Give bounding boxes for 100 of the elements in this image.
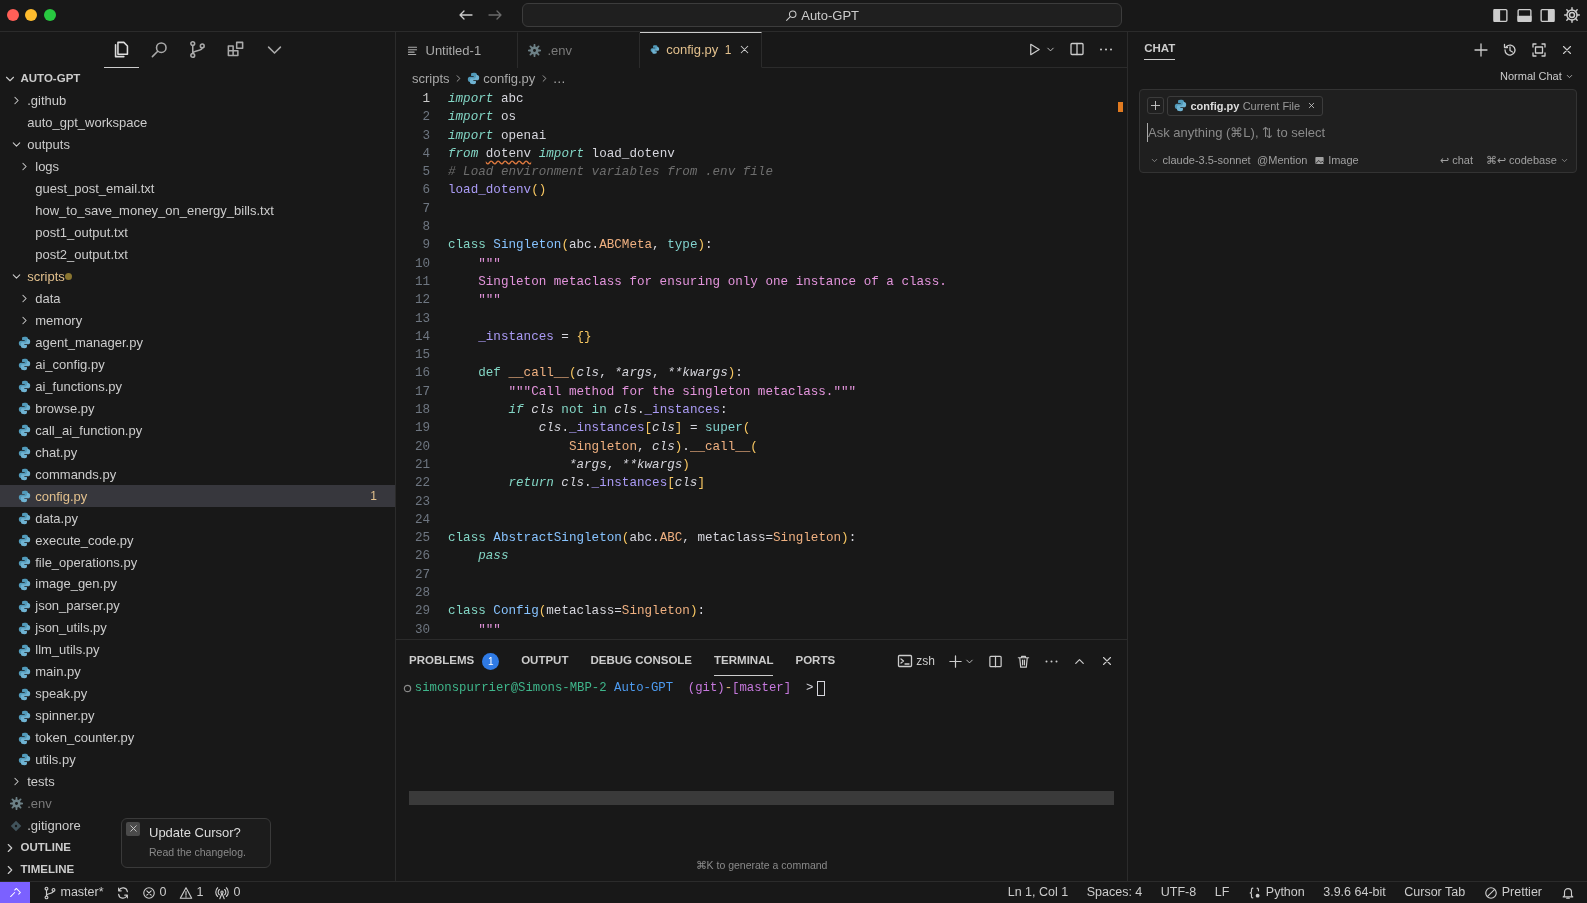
file-tree-item[interactable]: data [16,288,61,309]
file-tree-item[interactable]: execute_code.py [16,530,134,551]
close-button[interactable] [126,821,140,836]
file-tree-item[interactable]: commands.py [16,464,117,485]
new-chat-button[interactable] [1473,41,1489,58]
status-bar-item[interactable]: UTF-8 [1154,882,1203,903]
file-tree-item[interactable]: utils.py [16,750,76,770]
file-tree-item[interactable]: speak.py [16,684,88,704]
file-tree-item[interactable]: file_operations.py [16,552,138,572]
file-tree-item[interactable]: agent_manager.py [16,332,143,353]
panel-tab[interactable]: PROBLEMS 1 [409,646,500,676]
file-tree-item[interactable]: chat.py [16,442,78,463]
more-actions-button[interactable] [1098,47,1114,51]
layout-toggle-button[interactable] [1492,7,1509,24]
chat-footer-option[interactable]: ↩ chat [1440,155,1473,167]
status-bar-item[interactable]: 0 [135,882,173,903]
chat-history-button[interactable] [1502,41,1518,58]
file-tree-item[interactable]: memory [16,310,83,331]
status-bar-item[interactable]: Prettier [1477,882,1548,903]
file-tree-item[interactable]: .gitignore [8,816,81,836]
file-tree-item[interactable]: spinner.py [16,706,95,726]
section-header[interactable]: TIMELINE [3,861,75,879]
file-tree-item[interactable]: ai_config.py [16,354,105,375]
chat-footer-option[interactable]: Image [1313,155,1359,167]
panel-layout-icon [1539,7,1556,24]
file-tree-item[interactable]: auto_gpt_workspace [8,113,148,133]
file-tree-item[interactable]: config.py 1 [0,485,395,508]
file-tree-item[interactable]: data.py [16,508,78,529]
file-tree-item[interactable]: post2_output.txt [16,244,128,265]
status-bar-item[interactable]: LF [1208,882,1236,903]
file-tree-item[interactable]: outputs [8,135,70,155]
file-tree-item[interactable]: guest_post_email.txt [16,179,155,199]
line-number: 7 [421,200,431,218]
file-tree-item[interactable]: how_to_save_money_on_energy_bills.txt [16,201,274,221]
diamond-icon [10,819,22,832]
status-bar-item[interactable]: 3.9.6 64-bit [1317,882,1392,903]
status-bar-item[interactable]: 0 [209,882,247,903]
file-tree-item[interactable]: .env [8,794,52,814]
breadcrumb-item[interactable]: scripts [412,69,450,89]
line-number: 3 [421,127,431,145]
file-tree-item[interactable]: logs [16,157,60,177]
split-terminal-button[interactable] [988,653,1003,669]
minimize-window-button[interactable] [25,9,37,22]
add-context-button[interactable] [1147,97,1164,115]
chat-tab[interactable]: CHAT [1144,39,1176,61]
file-tree-item[interactable]: image_gen.py [16,574,117,594]
file-tree-item[interactable]: .github [8,91,67,111]
file-tree-item[interactable]: post1_output.txt [16,223,128,243]
chat-footer-option[interactable]: ⌘↩ codebase [1486,155,1569,167]
status-bar-item[interactable]: master* [36,882,110,903]
panel-tab[interactable]: PORTS [795,646,836,676]
maximize-button[interactable] [1531,41,1547,58]
status-bar-item[interactable]: Cursor Tab [1398,882,1472,903]
file-tree-item[interactable]: json_parser.py [16,596,120,616]
command-center-search[interactable]: Auto-GPT [522,3,1122,28]
chat-input-field[interactable]: Ask anything (⌘L), ⇅ to select [1147,122,1569,143]
code-line: Singleton metaclass for ensuring only one instance of a class. [477,273,947,291]
panel-tab[interactable]: OUTPUT [521,646,569,676]
editor-tab[interactable]: .env [518,31,640,68]
terminal-shell-button[interactable]: zsh [897,653,935,670]
run-button[interactable] [1027,41,1042,57]
section-header[interactable]: OUTLINE [3,839,71,857]
file-tree-item[interactable]: json_utils.py [16,618,107,638]
file-tree-item[interactable]: tests [8,772,55,792]
layout-toggle-button[interactable] [1539,7,1556,24]
terminal-scrollbar[interactable] [409,791,1114,805]
editor-tab[interactable]: config.py 1 [640,31,762,68]
file-tree-item[interactable]: call_ai_function.py [16,420,143,441]
status-bar-item[interactable]: Ln 1, Col 1 [1001,882,1075,903]
file-tree-item[interactable]: ai_functions.py [16,376,122,397]
new-terminal-button[interactable] [948,653,963,669]
status-bar-item[interactable]: Spaces: 4 [1080,882,1149,903]
file-tree-item[interactable]: browse.py [16,398,95,419]
chat-footer-option[interactable]: @Mention [1257,155,1308,167]
more-actions-button[interactable] [1044,659,1059,663]
close-window-button[interactable] [6,9,19,22]
file-tree-item[interactable]: main.py [16,662,81,682]
python-file-icon [17,599,31,613]
settings-button[interactable] [1562,6,1581,25]
delete-terminal-button[interactable] [1016,653,1031,669]
status-bar-item[interactable]: Python [1241,882,1311,903]
panel-tab[interactable]: TERMINAL [714,646,774,676]
chat-mode-dropdown[interactable]: Normal Chat [1500,71,1574,83]
file-tree-item[interactable]: token_counter.py [16,728,135,748]
breadcrumb-item[interactable]: … [552,69,566,89]
explorer-header[interactable]: AUTO-GPT [3,70,81,88]
file-tree-item[interactable]: llm_utils.py [16,640,100,660]
split-editor-button[interactable] [1069,41,1085,58]
breadcrumb-item[interactable]: config.py [467,69,536,89]
close-icon[interactable] [1306,101,1316,111]
remote-button[interactable] [0,881,30,903]
editor-tab[interactable]: Untitled-1 [396,31,518,68]
panel-tab[interactable]: DEBUG CONSOLE [590,646,693,676]
layout-toggle-button[interactable] [1515,7,1533,24]
status-bar-item[interactable]: 1 [172,882,210,903]
context-chip[interactable]: config.py Current File [1167,95,1323,117]
zoom-window-button[interactable] [43,9,56,22]
file-tree-item[interactable]: scripts [8,266,72,287]
chat-footer-option[interactable]: claude-3.5-sonnet [1150,155,1251,167]
python-file-icon [17,643,31,657]
